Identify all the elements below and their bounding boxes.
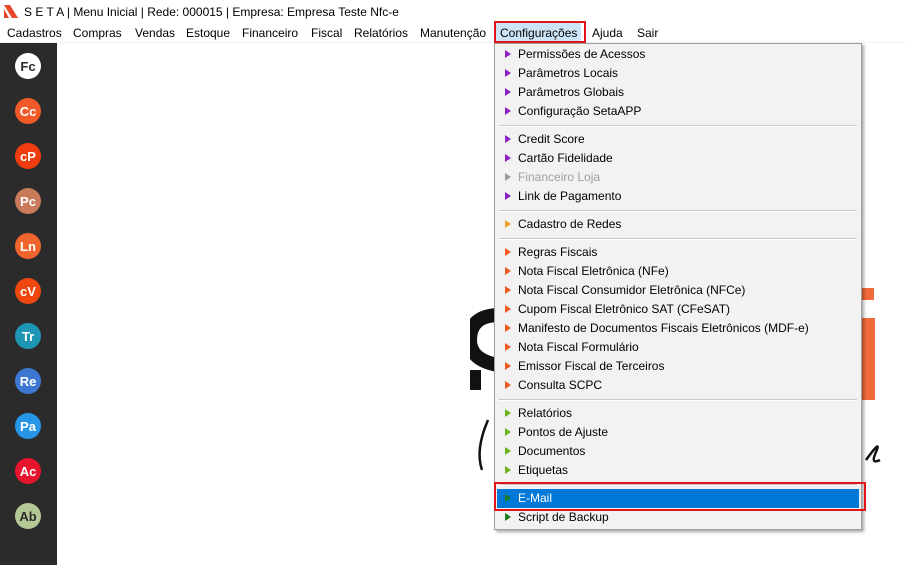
menu-fiscal[interactable]: Fiscal bbox=[311, 23, 342, 43]
menu-item-consulta-scpc[interactable]: Consulta SCPC bbox=[495, 376, 861, 395]
menu-item-script-backup[interactable]: Script de Backup bbox=[495, 508, 861, 527]
submenu-arrow-icon bbox=[505, 173, 511, 181]
menu-ajuda[interactable]: Ajuda bbox=[592, 23, 623, 43]
sidebar-button-ab[interactable]: Ab bbox=[15, 503, 41, 529]
submenu-arrow-icon bbox=[505, 305, 511, 313]
sidebar-button-fc[interactable]: Fc bbox=[15, 53, 41, 79]
window-title: S E T A | Menu Inicial | Rede: 000015 | … bbox=[24, 5, 399, 19]
menu-item-parametros-locais[interactable]: Parâmetros Locais bbox=[495, 64, 861, 83]
sidebar-button-cc[interactable]: Cc bbox=[15, 98, 41, 124]
menu-manutencao[interactable]: Manutenção bbox=[420, 23, 486, 43]
submenu-arrow-icon bbox=[505, 286, 511, 294]
menu-item-cartao-fidelidade[interactable]: Cartão Fidelidade bbox=[495, 149, 861, 168]
menu-financeiro[interactable]: Financeiro bbox=[242, 23, 298, 43]
submenu-arrow-icon bbox=[505, 381, 511, 389]
menu-separator bbox=[499, 238, 857, 240]
submenu-arrow-icon bbox=[505, 494, 511, 502]
menu-separator bbox=[499, 125, 857, 127]
sidebar-button-re[interactable]: Re bbox=[15, 368, 41, 394]
menu-item-nfce[interactable]: Nota Fiscal Consumidor Eletrônica (NFCe) bbox=[495, 281, 861, 300]
sidebar-button-pa[interactable]: Pa bbox=[15, 413, 41, 439]
menu-cadastros[interactable]: Cadastros bbox=[7, 23, 62, 43]
sidebar-button-tr[interactable]: Tr bbox=[15, 323, 41, 349]
menu-separator bbox=[499, 210, 857, 212]
sidebar-button-cv[interactable]: cV bbox=[15, 278, 41, 304]
menu-configuracoes[interactable]: Configurações bbox=[496, 23, 582, 43]
submenu-arrow-icon bbox=[505, 248, 511, 256]
submenu-arrow-icon bbox=[505, 362, 511, 370]
menu-item-credit-score[interactable]: Credit Score bbox=[495, 130, 861, 149]
sidebar-button-cp[interactable]: cP bbox=[15, 143, 41, 169]
menu-item-mdfe[interactable]: Manifesto de Documentos Fiscais Eletrôni… bbox=[495, 319, 861, 338]
menu-item-regras-fiscais[interactable]: Regras Fiscais bbox=[495, 243, 861, 262]
app-logo-icon bbox=[4, 5, 18, 18]
sidebar-button-ac[interactable]: Ac bbox=[15, 458, 41, 484]
menu-item-nfe[interactable]: Nota Fiscal Eletrônica (NFe) bbox=[495, 262, 861, 281]
title-bar: S E T A | Menu Inicial | Rede: 000015 | … bbox=[0, 0, 905, 23]
menu-item-permissoes-acessos[interactable]: Permissões de Acessos bbox=[495, 45, 861, 64]
submenu-arrow-icon bbox=[505, 220, 511, 228]
menu-sair[interactable]: Sair bbox=[637, 23, 658, 43]
menu-item-financeiro-loja: Financeiro Loja bbox=[495, 168, 861, 187]
submenu-arrow-icon bbox=[505, 428, 511, 436]
configuracoes-dropdown: Permissões de Acessos Parâmetros Locais … bbox=[494, 43, 862, 530]
menu-separator bbox=[499, 399, 857, 401]
submenu-arrow-icon bbox=[505, 343, 511, 351]
submenu-arrow-icon bbox=[505, 447, 511, 455]
menu-estoque[interactable]: Estoque bbox=[186, 23, 230, 43]
menu-item-etiquetas[interactable]: Etiquetas bbox=[495, 461, 861, 480]
submenu-arrow-icon bbox=[505, 107, 511, 115]
menu-separator bbox=[499, 484, 857, 486]
menu-item-parametros-globais[interactable]: Parâmetros Globais bbox=[495, 83, 861, 102]
menu-item-cfesat[interactable]: Cupom Fiscal Eletrônico SAT (CFeSAT) bbox=[495, 300, 861, 319]
menu-item-relatorios[interactable]: Relatórios bbox=[495, 404, 861, 423]
submenu-arrow-icon bbox=[505, 324, 511, 332]
submenu-arrow-icon bbox=[505, 135, 511, 143]
menu-item-emissor-fiscal-terceiros[interactable]: Emissor Fiscal de Terceiros bbox=[495, 357, 861, 376]
submenu-arrow-icon bbox=[505, 513, 511, 521]
menu-compras[interactable]: Compras bbox=[73, 23, 122, 43]
menu-vendas[interactable]: Vendas bbox=[135, 23, 175, 43]
menu-item-cadastro-redes[interactable]: Cadastro de Redes bbox=[495, 215, 861, 234]
sidebar: Fc Cc cP Pc Ln cV Tr Re Pa Ac Ab bbox=[0, 43, 57, 565]
menu-item-nota-fiscal-formulario[interactable]: Nota Fiscal Formulário bbox=[495, 338, 861, 357]
menu-item-configuracao-setaapp[interactable]: Configuração SetaAPP bbox=[495, 102, 861, 121]
sidebar-button-ln[interactable]: Ln bbox=[15, 233, 41, 259]
submenu-arrow-icon bbox=[505, 154, 511, 162]
menu-item-documentos[interactable]: Documentos bbox=[495, 442, 861, 461]
menu-relatorios[interactable]: Relatórios bbox=[354, 23, 408, 43]
menu-bar: Cadastros Compras Vendas Estoque Finance… bbox=[0, 23, 905, 43]
submenu-arrow-icon bbox=[505, 88, 511, 96]
submenu-arrow-icon bbox=[505, 50, 511, 58]
menu-item-link-pagamento[interactable]: Link de Pagamento bbox=[495, 187, 861, 206]
sidebar-button-pc[interactable]: Pc bbox=[15, 188, 41, 214]
menu-item-pontos-ajuste[interactable]: Pontos de Ajuste bbox=[495, 423, 861, 442]
submenu-arrow-icon bbox=[505, 192, 511, 200]
submenu-arrow-icon bbox=[505, 409, 511, 417]
submenu-arrow-icon bbox=[505, 69, 511, 77]
submenu-arrow-icon bbox=[505, 466, 511, 474]
menu-item-email[interactable]: E-Mail bbox=[497, 489, 859, 508]
submenu-arrow-icon bbox=[505, 267, 511, 275]
